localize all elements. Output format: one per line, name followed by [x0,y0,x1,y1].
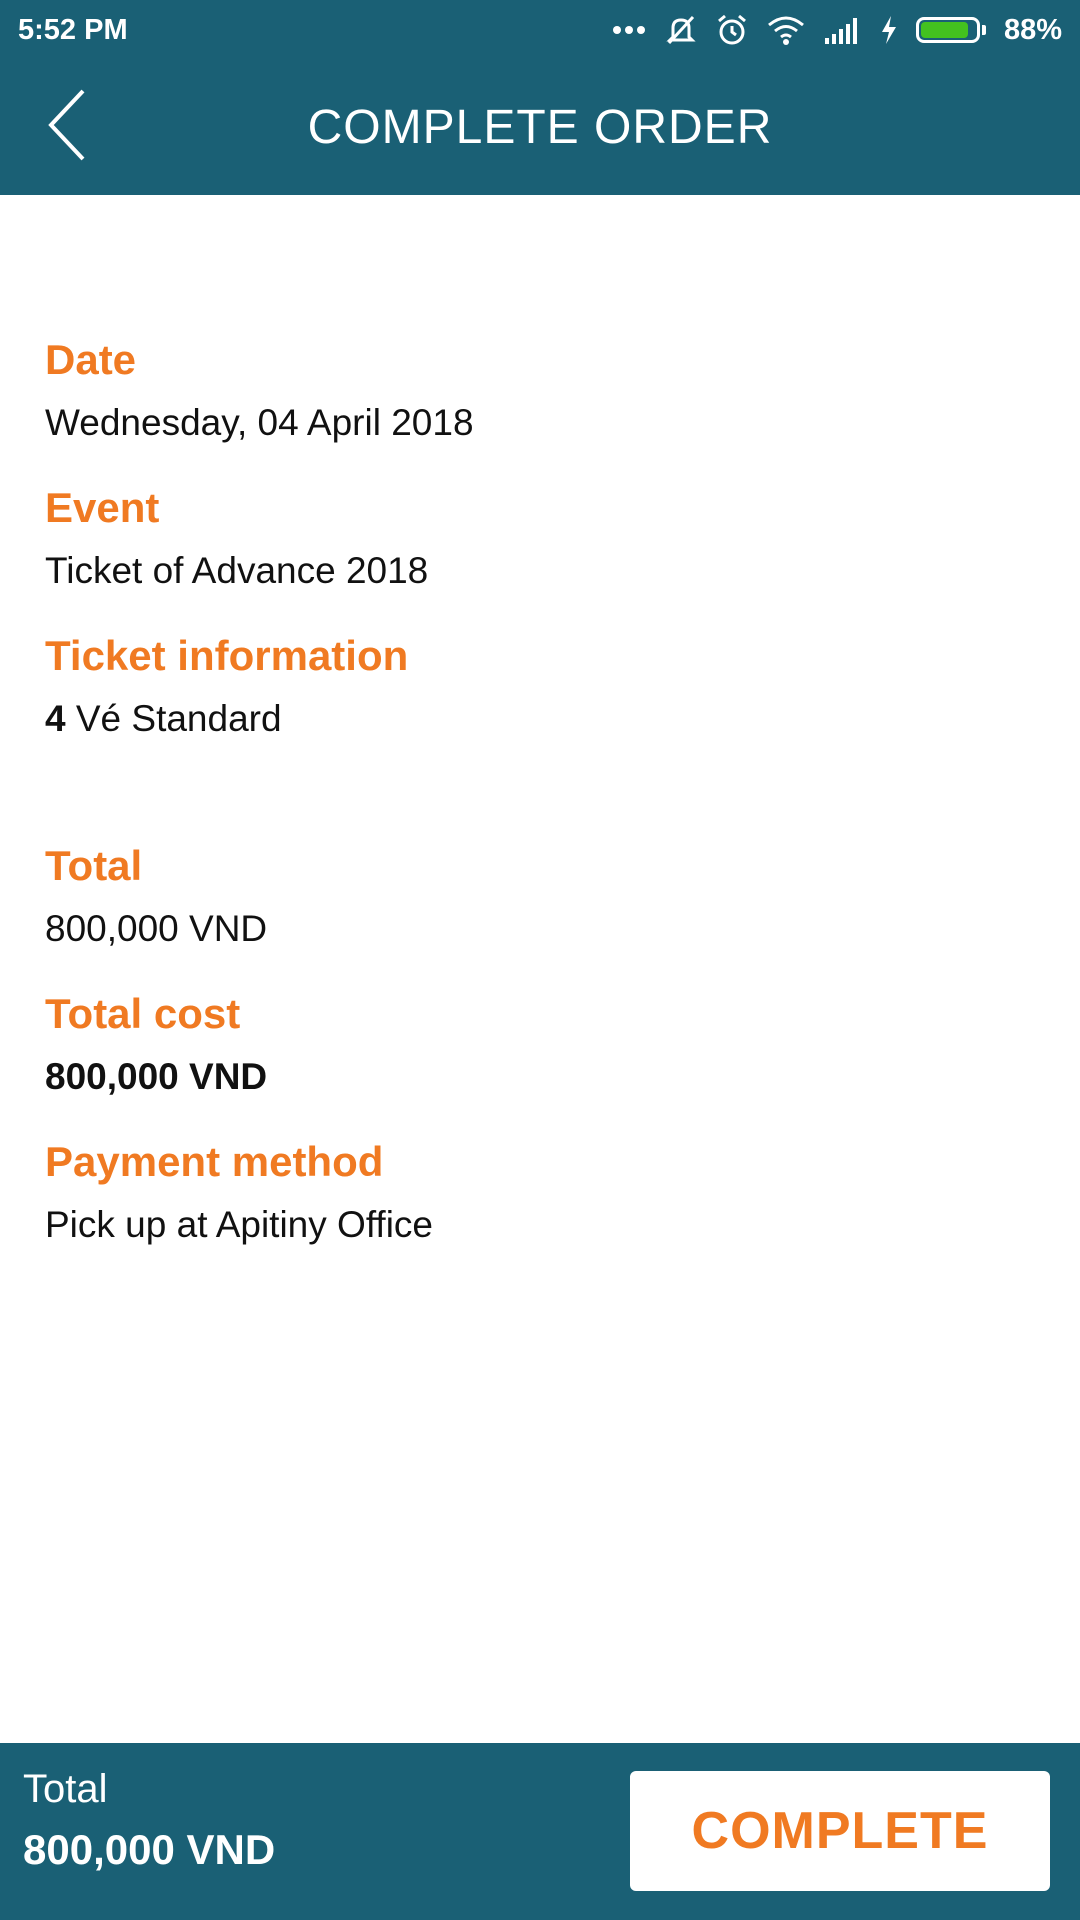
footer-total-label: Total [23,1767,108,1811]
total-label: Total [45,842,143,889]
ticket-label: Ticket information [45,632,409,679]
bottom-bar: Total 800,000 VND COMPLETE [0,1743,1080,1920]
ticket-field: Ticket information 4 Vé Standard [45,631,1035,743]
status-time: 5:52 PM [18,13,128,46]
payment-method-field: Payment method Pick up at Apitiny Office [45,1137,1035,1249]
battery-percent: 88% [1003,13,1062,46]
total-cost-label: Total cost [45,990,241,1037]
charging-icon [881,16,896,44]
payment-method-value: Pick up at Apitiny Office [45,1204,434,1245]
payment-method-label: Payment method [45,1138,384,1185]
status-icons: 88% [612,13,1062,47]
footer-total-value: 800,000 VND [23,1826,276,1873]
page-title: COMPLETE ORDER [307,101,773,154]
status-bar: 5:52 PM 88% [0,0,1080,60]
signal-icon [824,18,857,44]
event-field: Event Ticket of Advance 2018 [45,483,1035,595]
alarm-icon [717,14,746,45]
ticket-type: Vé Standard [65,698,282,739]
date-field: Date Wednesday, 04 April 2018 [45,335,1035,447]
date-value: Wednesday, 04 April 2018 [45,402,474,443]
total-field: Total 800,000 VND [45,841,1035,953]
wifi-icon [768,16,804,45]
ticket-value: 4 Vé Standard [45,695,1035,743]
order-summary: Date Wednesday, 04 April 2018 Event Tick… [45,335,1035,1285]
total-value: 800,000 VND [45,908,268,949]
total-cost-field: Total cost 800,000 VND [45,989,1035,1101]
more-dots-icon [612,26,645,34]
total-cost-value: 800,000 VND [45,1056,268,1097]
complete-button[interactable]: COMPLETE [630,1771,1050,1891]
battery-icon [915,17,986,43]
event-label: Event [45,484,160,531]
date-label: Date [45,336,137,383]
app-bar: COMPLETE ORDER [0,60,1080,195]
silent-icon [666,15,696,45]
event-value: Ticket of Advance 2018 [45,550,429,591]
ticket-quantity: 4 [45,698,66,739]
